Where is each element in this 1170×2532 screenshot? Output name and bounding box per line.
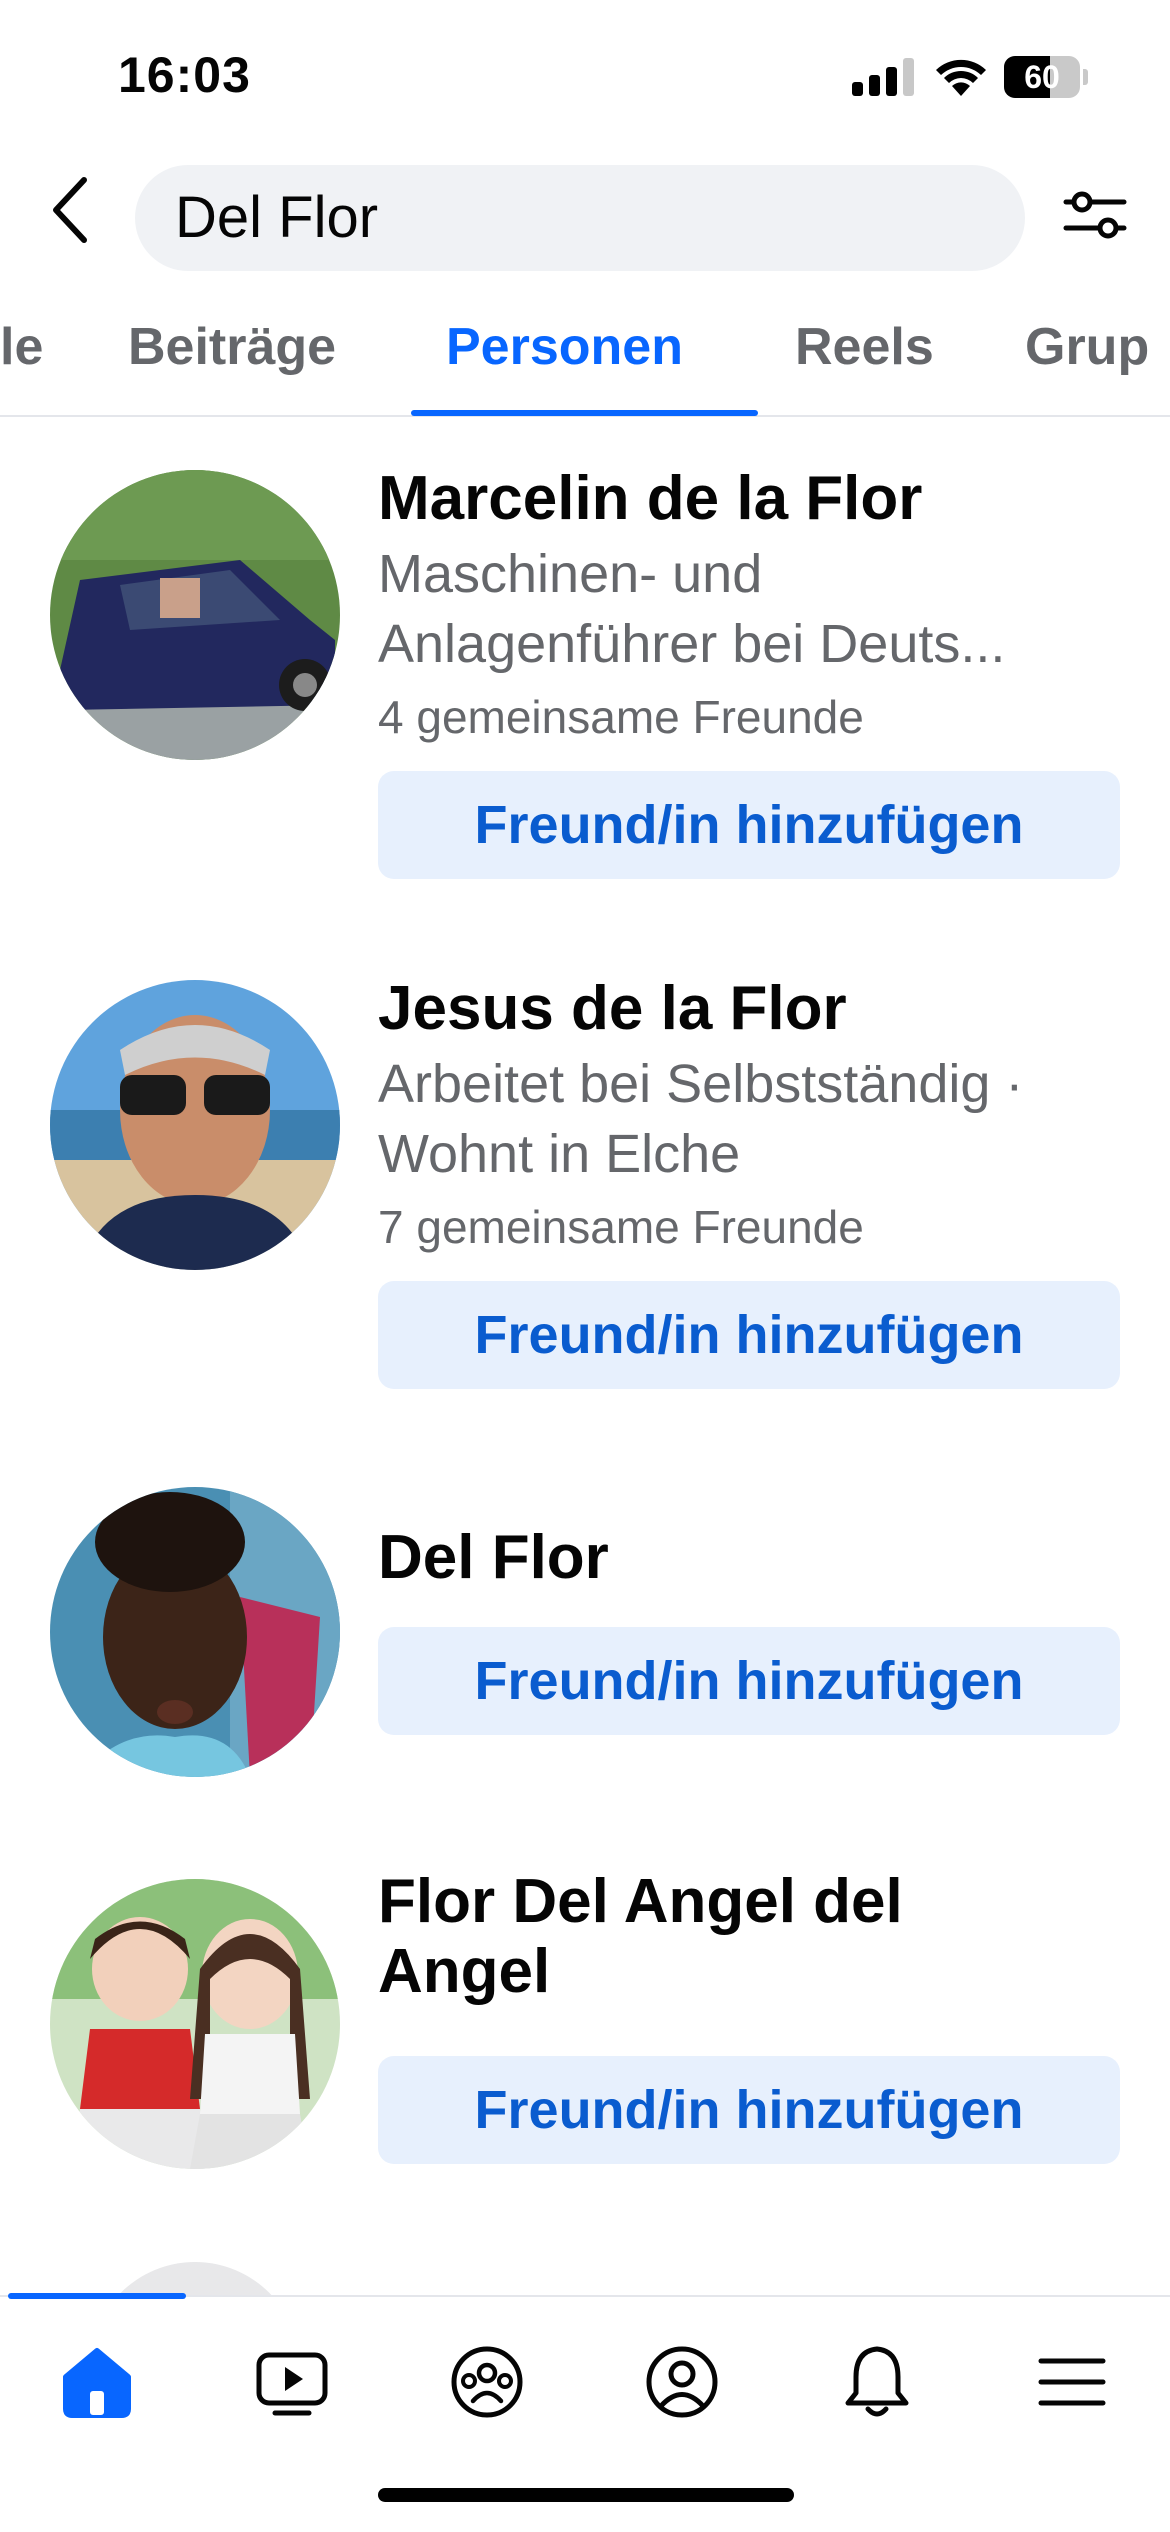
filter-button[interactable] — [1060, 180, 1130, 250]
person-detail: Maschinen- und — [378, 544, 763, 604]
nav-notifications[interactable] — [832, 2337, 922, 2427]
home-indicator — [378, 2488, 794, 2502]
nav-home[interactable] — [52, 2337, 142, 2427]
nav-groups[interactable] — [442, 2337, 532, 2427]
mutual-friends: 4 gemeinsame Freunde — [378, 691, 864, 743]
video-icon — [256, 2352, 328, 2416]
back-button[interactable] — [40, 170, 100, 250]
avatar[interactable] — [50, 980, 340, 1270]
tab-posts[interactable]: Beiträge — [128, 317, 336, 377]
cellular-signal-icon — [852, 58, 914, 96]
wifi-icon — [936, 59, 986, 96]
battery-icon: 60 — [1004, 56, 1088, 98]
home-icon — [63, 2348, 131, 2418]
person-name[interactable]: Angel — [378, 1934, 550, 2010]
nav-video[interactable] — [247, 2337, 337, 2427]
avatar[interactable] — [50, 1879, 340, 2169]
person-detail: Anlagenführer bei Deuts... — [378, 614, 1006, 674]
active-tab-indicator — [411, 410, 758, 416]
tab-people[interactable]: Personen — [446, 317, 683, 377]
add-friend-button[interactable]: Freund/in hinzufügen — [378, 1281, 1120, 1389]
sliders-icon — [1063, 191, 1127, 239]
status-bar: 16:03 60 — [0, 0, 1170, 150]
menu-icon — [1038, 2358, 1106, 2406]
add-friend-button[interactable]: Freund/in hinzufügen — [378, 2056, 1120, 2164]
mutual-friends: 7 gemeinsame Freunde — [378, 1201, 864, 1253]
person-name[interactable]: Marcelin de la Flor — [378, 461, 922, 537]
avatar[interactable] — [50, 1487, 340, 1777]
add-friend-button[interactable]: Freund/in hinzufügen — [378, 771, 1120, 879]
person-detail: Arbeitet bei Selbstständig · — [378, 1054, 1024, 1114]
status-time: 16:03 — [118, 47, 251, 103]
add-friend-button[interactable]: Freund/in hinzufügen — [378, 1627, 1120, 1735]
tab-reels[interactable]: Reels — [795, 317, 934, 377]
tab-all[interactable]: le — [0, 317, 43, 377]
nav-menu[interactable] — [1027, 2337, 1117, 2427]
avatar[interactable] — [50, 470, 340, 760]
person-name[interactable]: Jesus de la Flor — [378, 971, 847, 1047]
profile-icon — [646, 2346, 718, 2418]
battery-level: 60 — [1024, 59, 1060, 95]
search-input[interactable]: Del Flor — [135, 165, 1025, 271]
person-detail: Wohnt in Elche — [378, 1124, 741, 1184]
search-results-page: 16:03 60 Del Flor le Beiträge Personen R… — [0, 0, 1170, 2532]
chevron-left-icon — [53, 177, 87, 243]
bell-icon — [845, 2346, 909, 2417]
person-name[interactable]: Del Flor — [378, 1520, 609, 1596]
groups-icon — [451, 2346, 523, 2418]
active-nav-indicator — [8, 2293, 186, 2299]
person-name[interactable]: Flor Del Angel del — [378, 1864, 903, 1940]
tab-groups[interactable]: Grup — [1025, 317, 1149, 377]
nav-profile[interactable] — [637, 2337, 727, 2427]
search-tabs: le Beiträge Personen Reels Grup — [0, 295, 1170, 417]
search-query: Del Flor — [175, 185, 379, 250]
